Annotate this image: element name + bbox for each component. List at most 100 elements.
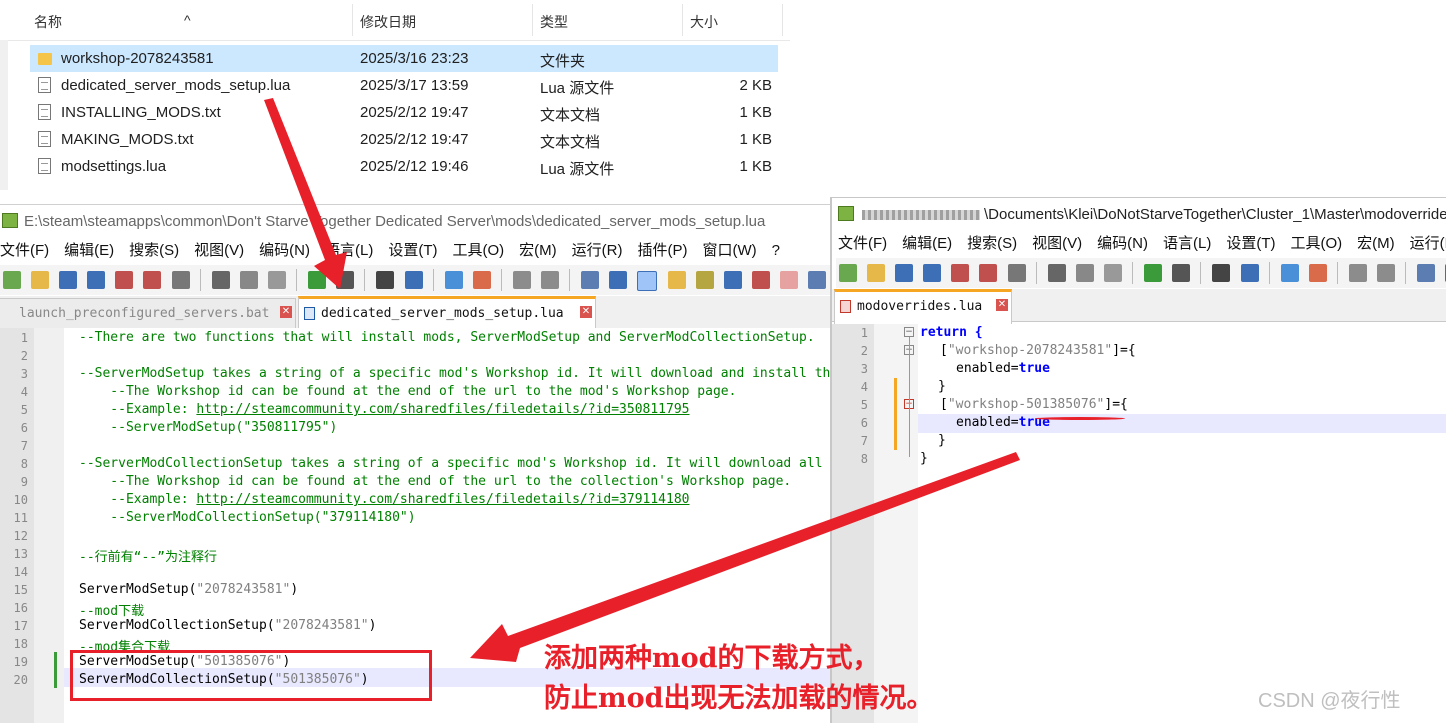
open-file-icon[interactable] — [867, 264, 886, 282]
file-row[interactable]: MAKING_MODS.txt 2025/2/12 19:47 文本文档 1 K… — [30, 126, 778, 153]
menu-search[interactable]: 搜索(S) — [129, 239, 179, 260]
menu-run[interactable]: 运行(R) — [572, 239, 623, 260]
show-all-chars-icon[interactable] — [609, 271, 628, 289]
tab-dedicated-server-mods-setup[interactable]: dedicated_server_mods_setup.lua ✕ — [298, 296, 596, 331]
define-language-icon[interactable] — [667, 271, 686, 289]
print-icon[interactable] — [1007, 264, 1026, 282]
find-icon[interactable] — [1212, 264, 1231, 282]
save-all-icon[interactable] — [923, 264, 942, 282]
menu-tools[interactable]: 工具(O) — [1290, 232, 1342, 253]
zoom-in-icon[interactable] — [444, 271, 463, 289]
redo-icon[interactable] — [336, 271, 355, 289]
menu-language[interactable]: 语言(L) — [1163, 232, 1211, 253]
column-header-date[interactable]: 修改日期 — [360, 12, 416, 32]
menu-encoding[interactable]: 编码(N) — [1097, 232, 1148, 253]
column-header-name[interactable]: 名称 — [34, 12, 62, 32]
menu-edit[interactable]: 编辑(E) — [64, 239, 114, 260]
menu-language[interactable]: 语言(L) — [325, 239, 373, 260]
menu-help[interactable]: ? — [772, 242, 780, 259]
file-date: 2025/2/12 19:47 — [360, 131, 469, 148]
save-icon[interactable] — [59, 271, 78, 289]
tab-modoverrides[interactable]: modoverrides.lua ✕ — [834, 289, 1012, 324]
close-tab-icon[interactable]: ✕ — [280, 306, 292, 318]
menu-view[interactable]: 视图(V) — [1032, 232, 1082, 253]
paste-icon[interactable] — [267, 271, 286, 289]
menu-tools[interactable]: 工具(O) — [452, 239, 504, 260]
code-editor[interactable]: − − − 1return {2["workshop-2078243581"]=… — [832, 324, 1446, 723]
word-wrap-icon[interactable] — [1417, 264, 1436, 282]
word-wrap-icon[interactable] — [581, 271, 600, 289]
zoom-out-icon[interactable] — [472, 271, 491, 289]
open-file-icon[interactable] — [31, 271, 50, 289]
menu-encoding[interactable]: 编码(N) — [259, 239, 310, 260]
tab-launch-preconfigured-servers[interactable]: launch_preconfigured_servers.bat ✕ — [0, 298, 296, 328]
project-icon[interactable] — [779, 271, 798, 289]
menu-edit[interactable]: 编辑(E) — [902, 232, 952, 253]
fold-collapse-icon[interactable]: − — [904, 327, 914, 337]
undo-icon[interactable] — [308, 271, 327, 289]
code-token: 下载 — [118, 604, 145, 619]
line-number: 3 — [860, 362, 868, 376]
monitoring-icon[interactable] — [808, 271, 826, 289]
sync-horizontal-icon[interactable] — [1377, 264, 1396, 282]
indent-guide-icon[interactable] — [637, 271, 658, 291]
file-row[interactable]: INSTALLING_MODS.txt 2025/2/12 19:47 文本文档… — [30, 99, 778, 126]
column-header-size[interactable]: 大小 — [690, 12, 718, 32]
code-token: --ServerModSetup("350811795") — [79, 420, 338, 435]
menu-file[interactable]: 文件(F) — [838, 232, 887, 253]
example-url-link[interactable]: http://steamcommunity.com/sharedfiles/fi… — [196, 402, 689, 417]
close-all-icon[interactable] — [979, 264, 998, 282]
example-url-link[interactable]: http://steamcommunity.com/sharedfiles/fi… — [196, 492, 689, 507]
sync-vertical-icon[interactable] — [512, 271, 531, 289]
zoom-out-icon[interactable] — [1308, 264, 1327, 282]
cut-icon[interactable] — [211, 271, 230, 289]
folder-as-workspace-icon[interactable] — [751, 271, 770, 289]
doc-map-icon[interactable] — [695, 271, 714, 289]
find-icon[interactable] — [376, 271, 395, 289]
function-list-icon[interactable] — [723, 271, 742, 289]
code-line: --mod下载 — [79, 600, 144, 619]
save-icon[interactable] — [895, 264, 914, 282]
print-icon[interactable] — [171, 271, 190, 289]
sync-vertical-icon[interactable] — [1348, 264, 1367, 282]
close-tab-icon[interactable]: ✕ — [996, 299, 1008, 311]
file-type: 文件夹 — [540, 53, 586, 70]
new-file-icon[interactable] — [839, 264, 857, 282]
cut-icon[interactable] — [1047, 264, 1066, 282]
code-line: enabled=true — [956, 361, 1050, 376]
paste-icon[interactable] — [1103, 264, 1122, 282]
replace-icon[interactable] — [404, 271, 423, 289]
close-file-icon[interactable] — [115, 271, 134, 289]
menu-settings[interactable]: 设置(T) — [388, 239, 437, 260]
copy-icon[interactable] — [239, 271, 258, 289]
copy-icon[interactable] — [1075, 264, 1094, 282]
replace-icon[interactable] — [1240, 264, 1259, 282]
file-row[interactable]: modsettings.lua 2025/2/12 19:46 Lua 源文件 … — [30, 153, 778, 180]
line-number: 2 — [20, 349, 28, 363]
save-all-icon[interactable] — [87, 271, 106, 289]
menu-macro[interactable]: 宏(M) — [1357, 232, 1395, 253]
close-all-icon[interactable] — [143, 271, 162, 289]
close-tab-icon[interactable]: ✕ — [580, 306, 592, 318]
menu-plugins[interactable]: 插件(P) — [637, 239, 687, 260]
menu-search[interactable]: 搜索(S) — [967, 232, 1017, 253]
column-header-type[interactable]: 类型 — [540, 12, 568, 32]
menu-settings[interactable]: 设置(T) — [1226, 232, 1275, 253]
file-row[interactable]: dedicated_server_mods_setup.lua 2025/3/1… — [30, 72, 778, 99]
line-number: 4 — [20, 385, 28, 399]
zoom-in-icon[interactable] — [1280, 264, 1299, 282]
menu-file[interactable]: 文件(F) — [0, 239, 49, 260]
redo-icon[interactable] — [1172, 264, 1191, 282]
right-editor-window: \Documents\Klei\DoNotStarveTogether\Clus… — [830, 197, 1446, 723]
close-file-icon[interactable] — [951, 264, 970, 282]
explorer-scrollbar[interactable] — [0, 40, 8, 190]
file-row[interactable]: workshop-2078243581 2025/3/16 23:23 文件夹 — [30, 45, 778, 72]
new-file-icon[interactable] — [3, 271, 21, 289]
sync-horizontal-icon[interactable] — [541, 271, 560, 289]
undo-icon[interactable] — [1144, 264, 1163, 282]
menu-view[interactable]: 视图(V) — [194, 239, 244, 260]
menu-window[interactable]: 窗口(W) — [702, 239, 756, 260]
file-size: 2 KB — [739, 77, 772, 94]
menu-macro[interactable]: 宏(M) — [519, 239, 557, 260]
menu-run[interactable]: 运行(R) — [1410, 232, 1446, 253]
